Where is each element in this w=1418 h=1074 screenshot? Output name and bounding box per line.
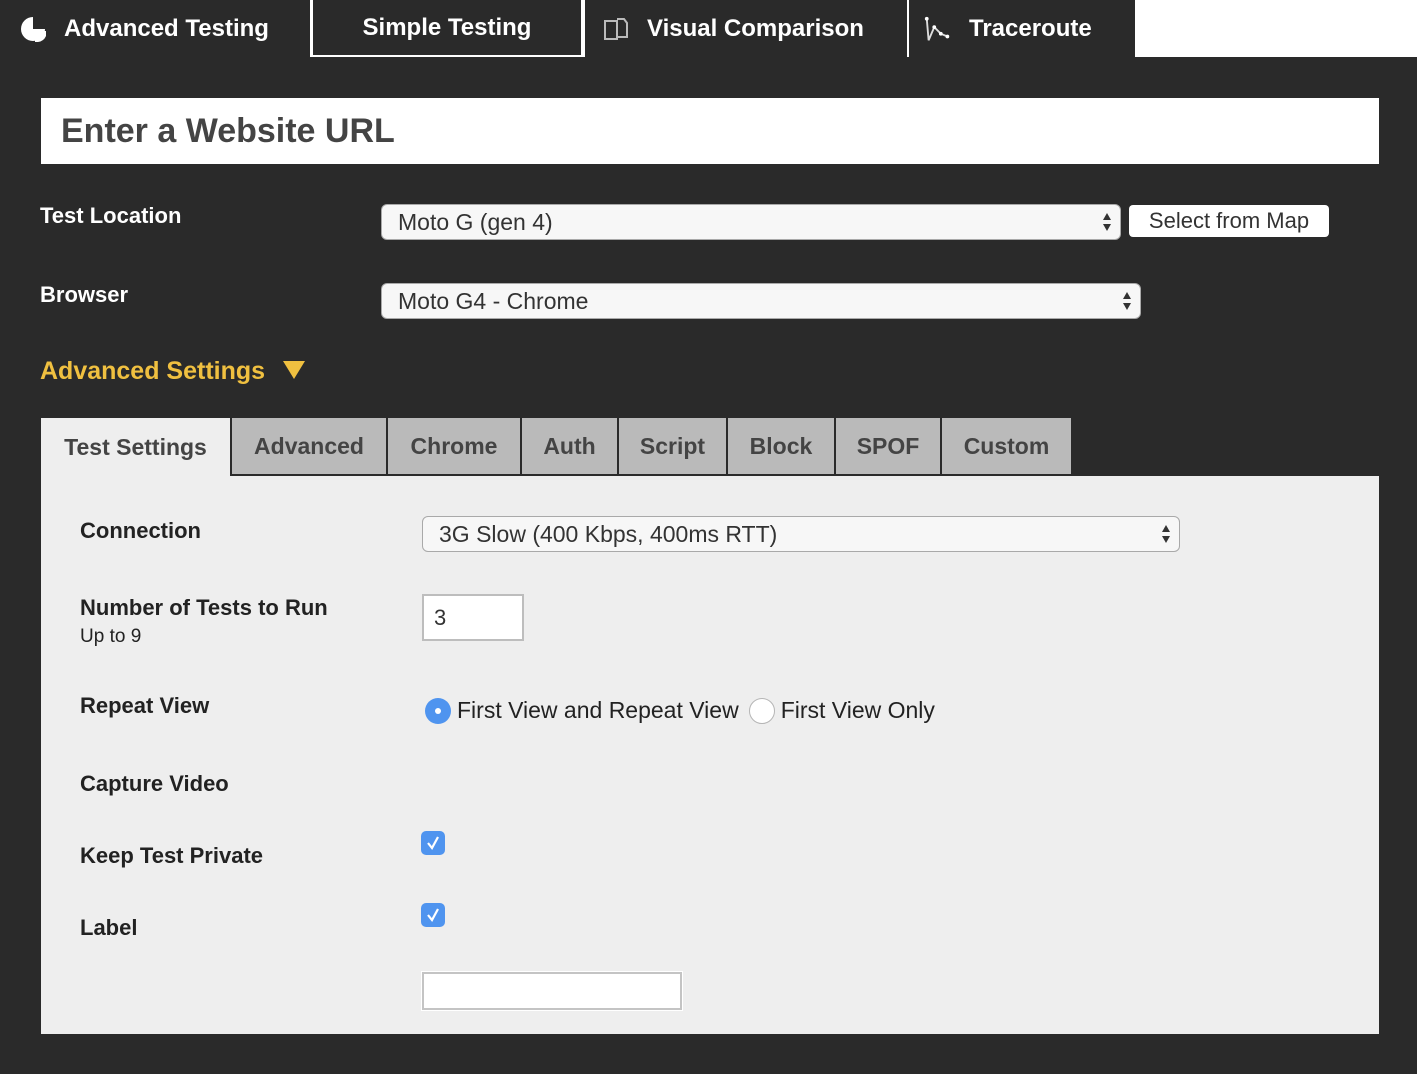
triangle-down-icon — [283, 360, 306, 379]
select-arrows-icon — [1103, 213, 1111, 231]
connection-select[interactable]: 3G Slow (400 Kbps, 400ms RTT) — [422, 516, 1180, 552]
radio-label[interactable]: First View Only — [781, 697, 935, 724]
tab-chrome[interactable]: Chrome — [386, 418, 520, 476]
keep-private-checkbox[interactable] — [421, 903, 445, 927]
test-location-value: Moto G (gen 4) — [398, 208, 553, 235]
select-arrows-icon — [1162, 525, 1170, 543]
test-location-select[interactable]: Moto G (gen 4) — [381, 204, 1121, 240]
browser-value: Moto G4 - Chrome — [398, 287, 589, 314]
tab-custom[interactable]: Custom — [940, 418, 1071, 476]
num-tests-hint: Up to 9 — [80, 626, 142, 647]
num-tests-label: Number of Tests to Run — [80, 595, 328, 620]
tab-simple-testing[interactable]: Simple Testing — [311, 0, 583, 57]
pages-icon — [601, 14, 631, 44]
test-location-label: Test Location — [40, 203, 182, 228]
advanced-settings-toggle[interactable]: Advanced Settings — [40, 357, 306, 386]
url-input[interactable] — [41, 98, 1379, 164]
tab-label: Traceroute — [969, 14, 1092, 42]
tab-label: Simple Testing — [362, 13, 532, 41]
select-from-map-button[interactable]: Select from Map — [1129, 205, 1329, 237]
connection-label: Connection — [80, 518, 201, 543]
main-panel: Test Location Moto G (gen 4) Select from… — [0, 57, 1417, 1074]
tab-advanced[interactable]: Advanced — [230, 418, 386, 476]
num-tests-input[interactable] — [422, 594, 524, 641]
tab-traceroute[interactable]: Traceroute — [909, 0, 1135, 57]
traceroute-icon — [923, 14, 953, 44]
tab-advanced-testing[interactable]: Advanced Testing — [0, 0, 310, 58]
capture-video-label: Capture Video — [80, 771, 229, 796]
tab-label: Advanced Testing — [64, 15, 269, 42]
checkmark-icon — [427, 908, 439, 922]
tab-block[interactable]: Block — [726, 418, 834, 476]
tab-script[interactable]: Script — [617, 418, 726, 476]
advanced-settings-label: Advanced Settings — [40, 357, 266, 385]
test-settings-panel: Connection 3G Slow (400 Kbps, 400ms RTT)… — [41, 476, 1379, 1034]
radio-first-and-repeat[interactable] — [425, 697, 451, 724]
test-label-label: Label — [80, 915, 138, 940]
webpagetest-logo-icon — [18, 14, 48, 44]
radio-label[interactable]: First View and Repeat View — [457, 697, 739, 724]
settings-tabs: Test Settings Advanced Chrome Auth Scrip… — [41, 418, 1071, 476]
connection-value: 3G Slow (400 Kbps, 400ms RTT) — [439, 520, 778, 547]
radio-first-only[interactable] — [748, 697, 775, 724]
top-navigation: Advanced Testing Simple Testing Visual C… — [0, 0, 1418, 58]
repeat-view-label: Repeat View — [80, 693, 210, 718]
tab-label: Visual Comparison — [647, 14, 864, 42]
checkmark-icon — [427, 836, 439, 850]
browser-label: Browser — [40, 282, 129, 307]
keep-private-label: Keep Test Private — [80, 843, 264, 868]
tab-visual-comparison[interactable]: Visual Comparison — [585, 0, 907, 57]
select-arrows-icon — [1123, 292, 1131, 310]
repeat-view-options: First View and Repeat View First View On… — [425, 697, 945, 724]
tab-test-settings[interactable]: Test Settings — [41, 418, 230, 476]
browser-select[interactable]: Moto G4 - Chrome — [381, 283, 1141, 319]
test-label-input[interactable] — [421, 971, 683, 1011]
capture-video-checkbox[interactable] — [421, 831, 445, 855]
tab-auth[interactable]: Auth — [520, 418, 617, 476]
tab-spof[interactable]: SPOF — [834, 418, 940, 476]
